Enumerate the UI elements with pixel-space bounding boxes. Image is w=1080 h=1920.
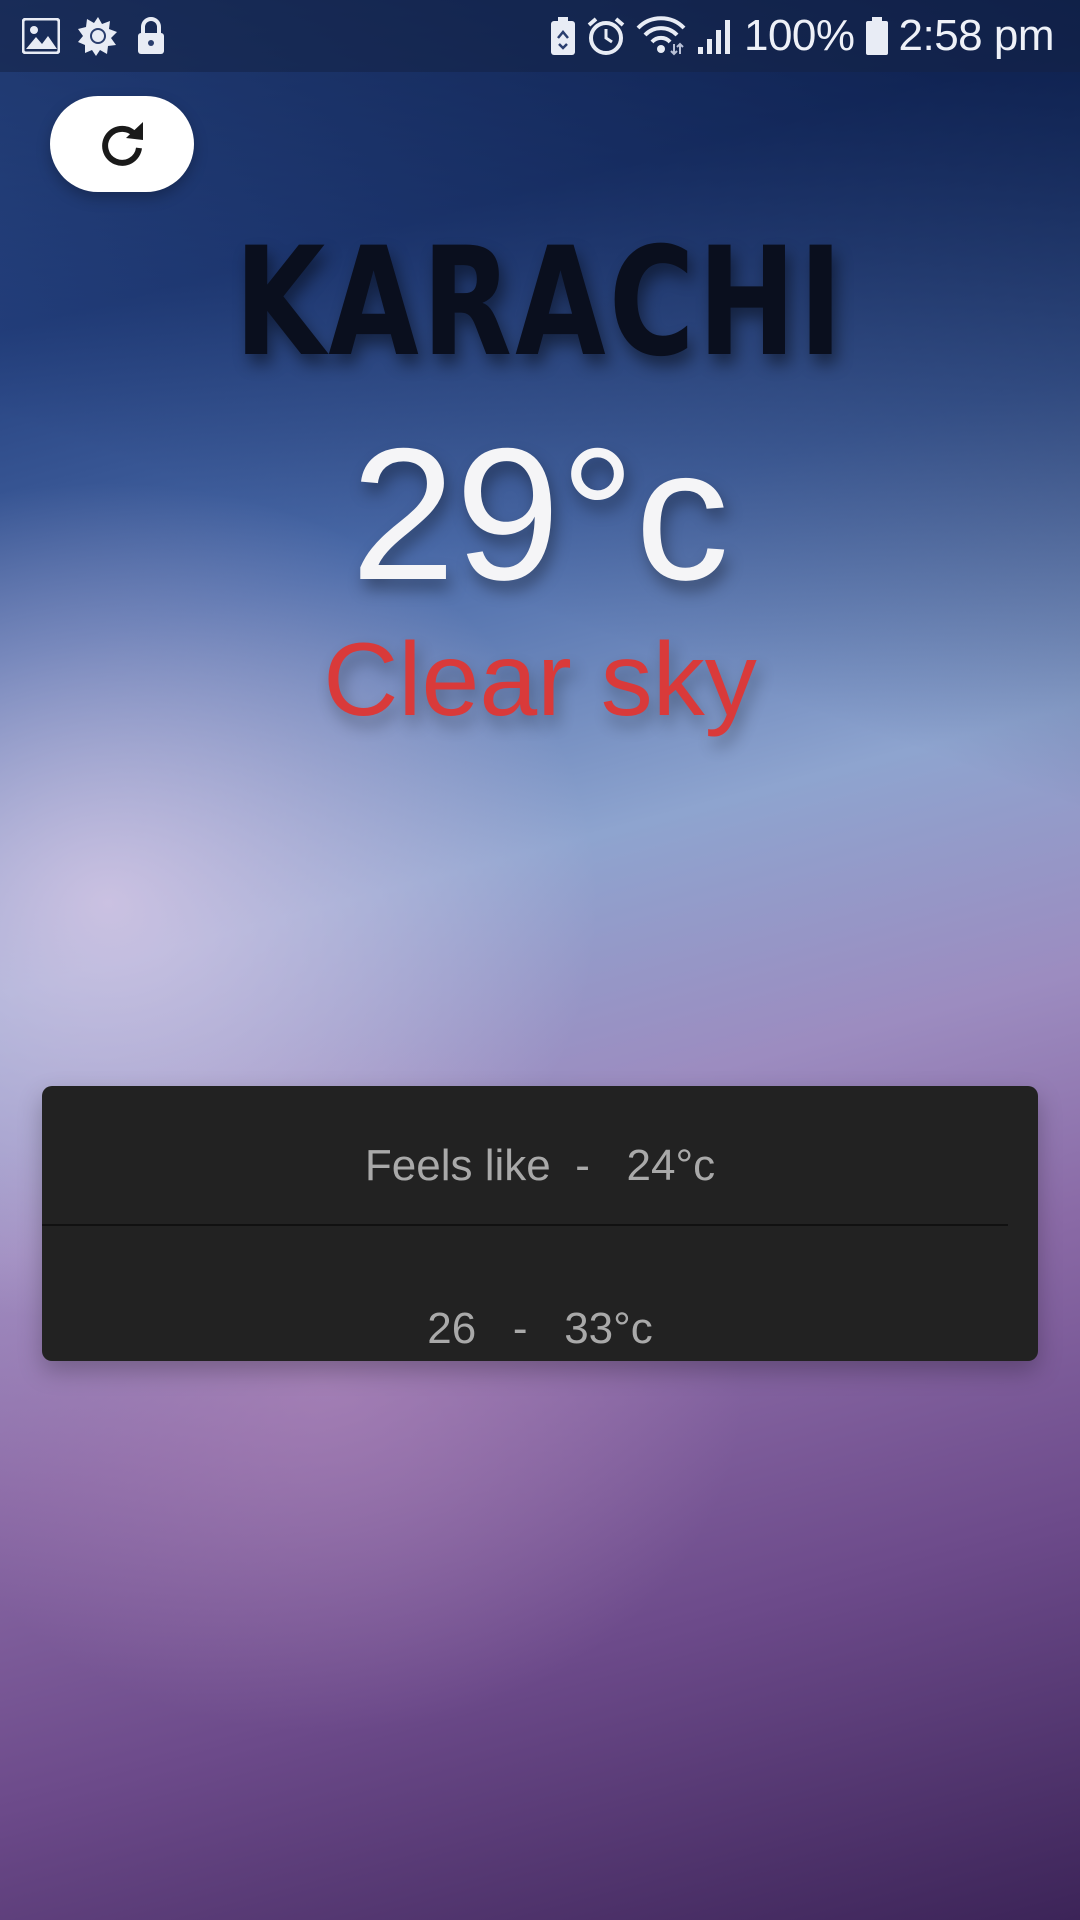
refresh-button[interactable] [50,96,194,192]
weather-screen: 100% 2:58 pm KARACHI 29°c Clear sky Feel… [0,0,1080,1920]
card-divider [42,1224,1008,1226]
brightness-icon [78,16,118,56]
status-bar: 100% 2:58 pm [0,0,1080,72]
battery-icon [865,16,889,56]
temperature-range-text: 26 - 33°c [427,1304,653,1353]
battery-percent: 100% [743,11,855,60]
weather-condition: Clear sky [323,622,757,738]
feels-like-text: Feels like - 24°c [364,1141,716,1190]
clock: 2:58 pm [898,11,1055,60]
image-icon [22,18,60,54]
temperature: 29°c [350,409,730,619]
alarm-icon [586,16,626,56]
status-left-icons [0,16,166,56]
lock-icon [136,16,166,56]
battery-saver-icon [550,16,576,56]
refresh-icon [96,118,148,170]
status-right-icons: 100% 2:58 pm [550,11,1080,61]
city-name: KARACHI [234,216,846,390]
signal-icon [696,17,734,55]
weather-details-card: Feels like - 24°c 26 - 33°c [42,1086,1038,1361]
wifi-icon [636,16,686,56]
